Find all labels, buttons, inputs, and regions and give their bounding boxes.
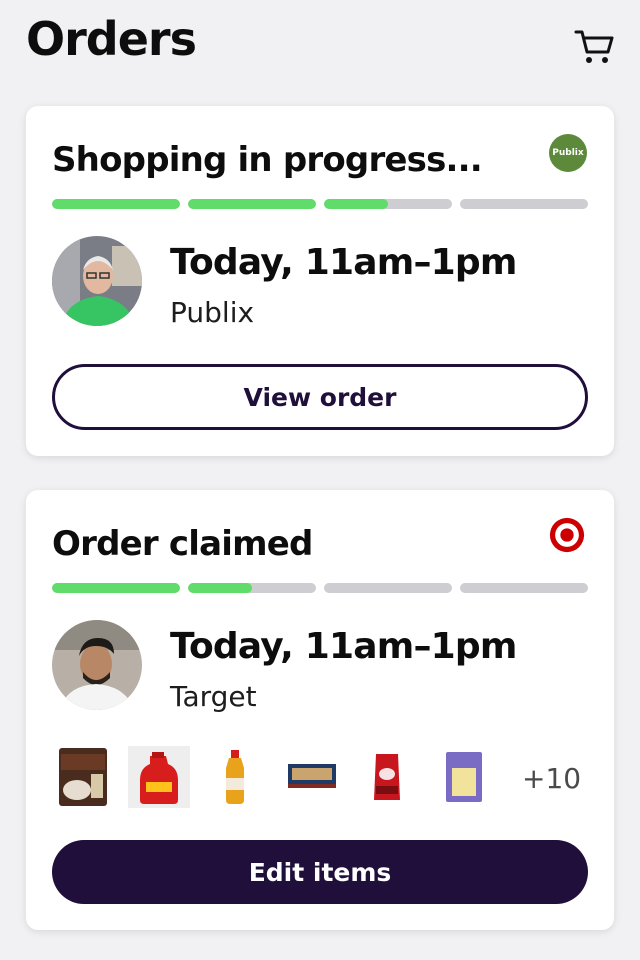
item-thumbnail[interactable] — [356, 746, 418, 808]
page-title: Orders — [26, 12, 197, 66]
item-thumbnail[interactable] — [204, 746, 266, 808]
order-status: Order claimed — [52, 524, 313, 564]
progress-segment — [52, 583, 180, 593]
target-logo — [548, 516, 586, 554]
order-progress-bar — [52, 583, 588, 593]
progress-segment — [460, 199, 588, 209]
header: Orders — [0, 0, 640, 92]
publix-logo: Publix — [549, 134, 587, 172]
delivery-window: Today, 11am–1pm — [170, 626, 517, 667]
order-status: Shopping in progress... — [52, 140, 483, 180]
item-thumbnail[interactable] — [52, 746, 114, 808]
edit-items-button[interactable]: Edit items — [52, 840, 588, 904]
progress-segment — [188, 199, 316, 209]
cart-icon — [574, 30, 614, 63]
cart-button[interactable] — [572, 26, 618, 68]
progress-segment — [188, 583, 316, 593]
shopper-avatar — [52, 236, 142, 326]
more-items-count[interactable]: +10 — [522, 762, 581, 795]
view-order-button[interactable]: View order — [52, 364, 588, 430]
progress-segment — [460, 583, 588, 593]
publix-logo-text: Publix — [552, 148, 584, 158]
delivery-window: Today, 11am–1pm — [170, 242, 517, 283]
progress-segment — [324, 199, 452, 209]
progress-segment — [324, 583, 452, 593]
item-thumbnail[interactable] — [432, 746, 494, 808]
store-name: Publix — [170, 296, 255, 329]
progress-segment — [52, 199, 180, 209]
order-items-preview[interactable]: +10 — [52, 746, 588, 814]
store-name: Target — [170, 680, 257, 713]
order-card-publix[interactable]: Shopping in progress... Publix Today, 11… — [26, 106, 614, 456]
item-thumbnail[interactable] — [280, 746, 342, 808]
shopper-avatar — [52, 620, 142, 710]
item-thumbnail[interactable] — [128, 746, 190, 808]
order-progress-bar — [52, 199, 588, 209]
order-card-target[interactable]: Order claimed Today, 11am–1pm Target +10… — [26, 490, 614, 930]
